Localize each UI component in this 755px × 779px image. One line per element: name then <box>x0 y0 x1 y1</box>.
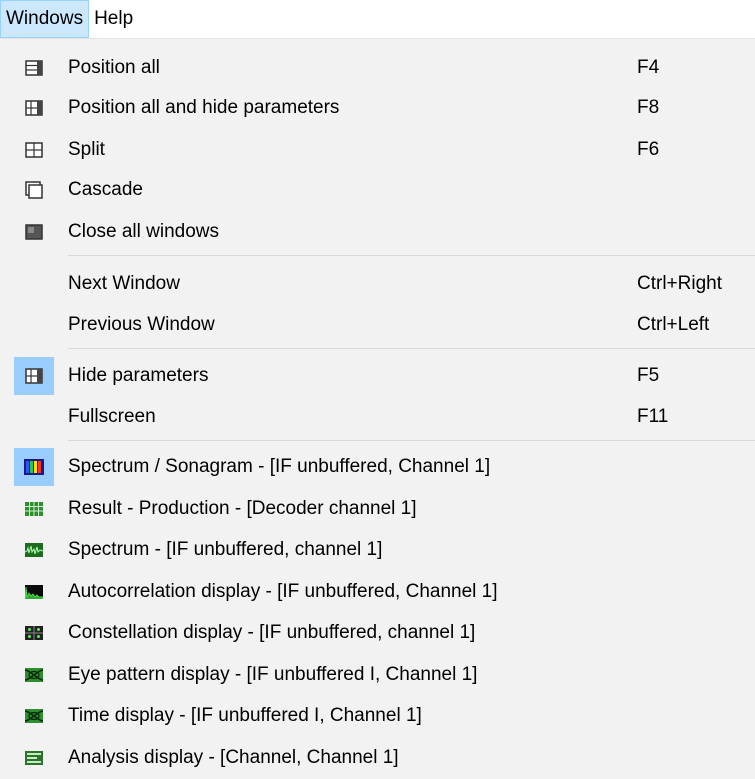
menu-item-label: Position all and hide parameters <box>68 97 340 118</box>
hide-parameters-icon <box>14 357 54 395</box>
menu-item-split[interactable]: Split F6 <box>0 131 755 169</box>
menu-item-window-spectrum-sonagram[interactable]: Spectrum / Sonagram - [IF unbuffered, Ch… <box>0 448 755 486</box>
split-icon <box>14 131 54 169</box>
menu-item-window-result-production[interactable]: Result - Production - [Decoder channel 1… <box>0 490 755 528</box>
menu-separator <box>68 255 755 256</box>
sonagram-icon <box>14 448 54 486</box>
autocorrelation-icon <box>14 573 54 611</box>
windows-dropdown-menu: Position all F4 Position all and hide pa… <box>0 39 755 779</box>
menu-item-label: Spectrum / Sonagram - [IF unbuffered, Ch… <box>68 456 491 477</box>
menu-item-label: Autocorrelation display - [IF unbuffered… <box>68 581 498 602</box>
menu-item-window-spectrum[interactable]: Spectrum - [IF unbuffered, channel 1] <box>0 531 755 569</box>
menu-item-label: Fullscreen <box>68 406 156 427</box>
time-display-icon <box>14 697 54 735</box>
menu-separator <box>68 348 755 349</box>
menu-item-cascade[interactable]: Cascade <box>0 171 755 209</box>
close-all-icon <box>14 213 54 251</box>
menu-item-label: Split <box>68 139 105 160</box>
shortcut-label: F6 <box>637 139 660 160</box>
menu-item-previous-window[interactable]: Previous Window Ctrl+Left <box>0 306 755 344</box>
menu-item-window-constellation[interactable]: Constellation display - [IF unbuffered, … <box>0 614 755 652</box>
menu-item-position-all[interactable]: Position all F4 <box>0 49 755 87</box>
position-hide-icon <box>14 89 54 127</box>
menu-item-label: Constellation display - [IF unbuffered, … <box>68 622 476 643</box>
menu-item-label: Analysis display - [Channel, Channel 1] <box>68 747 399 768</box>
shortcut-label: F11 <box>637 406 669 427</box>
menu-item-position-all-hide-parameters[interactable]: Position all and hide parameters F8 <box>0 89 755 127</box>
result-table-icon <box>14 490 54 528</box>
menu-item-window-autocorrelation[interactable]: Autocorrelation display - [IF unbuffered… <box>0 573 755 611</box>
menu-item-label: Close all windows <box>68 221 220 242</box>
shortcut-label: Ctrl+Right <box>637 273 722 294</box>
shortcut-label: F4 <box>637 57 660 78</box>
menu-item-close-all-windows[interactable]: Close all windows <box>0 213 755 251</box>
cascade-icon <box>14 171 54 209</box>
menu-help[interactable]: Help <box>89 0 138 38</box>
menu-item-label: Previous Window <box>68 314 215 335</box>
menu-item-label: Next Window <box>68 273 180 294</box>
shortcut-label: F8 <box>637 97 660 118</box>
menu-separator <box>68 440 755 441</box>
menu-item-label: Position all <box>68 57 160 78</box>
menu-item-window-time-display[interactable]: Time display - [IF unbuffered I, Channel… <box>0 697 755 735</box>
menu-item-window-analysis-display[interactable]: Analysis display - [Channel, Channel 1] <box>0 739 755 777</box>
menu-item-label: Spectrum - [IF unbuffered, channel 1] <box>68 539 383 560</box>
shortcut-label: F5 <box>637 365 660 386</box>
menu-windows[interactable]: Windows <box>0 0 90 38</box>
spectrum-icon <box>14 531 54 569</box>
menu-item-window-eye-pattern[interactable]: Eye pattern display - [IF unbuffered I, … <box>0 656 755 694</box>
menu-item-label: Time display - [IF unbuffered I, Channel… <box>68 705 422 726</box>
menu-item-label: Hide parameters <box>68 365 209 386</box>
analysis-display-icon <box>14 739 54 777</box>
menu-item-label: Cascade <box>68 179 143 200</box>
shortcut-label: Ctrl+Left <box>637 314 710 335</box>
menu-item-next-window[interactable]: Next Window Ctrl+Right <box>0 265 755 303</box>
menu-item-label: Eye pattern display - [IF unbuffered I, … <box>68 664 478 685</box>
menu-item-fullscreen[interactable]: Fullscreen F11 <box>0 398 755 436</box>
position-all-icon <box>14 49 54 87</box>
menu-bar: Windows Help <box>0 0 755 39</box>
constellation-icon <box>14 614 54 652</box>
menu-item-hide-parameters[interactable]: Hide parameters F5 <box>0 357 755 395</box>
eye-pattern-icon <box>14 656 54 694</box>
menu-item-label: Result - Production - [Decoder channel 1… <box>68 498 417 519</box>
